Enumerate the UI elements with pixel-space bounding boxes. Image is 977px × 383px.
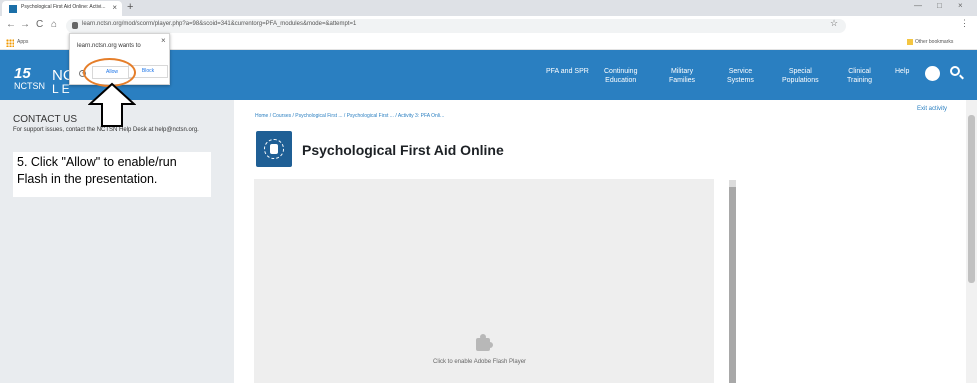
- popup-close-icon[interactable]: ×: [161, 36, 166, 45]
- browser-tab[interactable]: Psychological First Aid Online: Activi..…: [2, 1, 122, 16]
- maximize-button[interactable]: □: [937, 1, 942, 10]
- browser-tabstrip: Psychological First Aid Online: Activi..…: [0, 0, 977, 16]
- nav-continuing-education[interactable]: Continuing Education: [604, 67, 637, 85]
- home-icon[interactable]: ⌂: [51, 19, 57, 30]
- tab-close-icon[interactable]: ×: [112, 3, 117, 12]
- nav-special-populations[interactable]: Special Populations: [782, 67, 819, 85]
- minimize-button[interactable]: —: [914, 1, 922, 10]
- lock-icon[interactable]: [72, 22, 78, 29]
- instruction-callout: 5. Click "Allow" to enable/run Flash in …: [13, 152, 211, 197]
- plugin-puzzle-icon[interactable]: [473, 333, 493, 353]
- instruction-text: 5. Click "Allow" to enable/run Flash in …: [17, 155, 177, 186]
- popup-message: learn.nctsn.org wants to: [77, 43, 141, 49]
- exit-activity-link[interactable]: Exit activity: [917, 106, 947, 112]
- contact-heading: CONTACT US: [13, 114, 78, 125]
- browser-menu-icon[interactable]: ⋮: [960, 18, 969, 29]
- user-avatar[interactable]: [925, 66, 940, 81]
- tab-title: Psychological First Aid Online: Activi..…: [21, 4, 106, 10]
- page-scrollbar[interactable]: [966, 100, 977, 383]
- logo-anniversary: 15: [14, 65, 31, 82]
- forward-icon[interactable]: →: [20, 19, 30, 30]
- window-close-button[interactable]: ×: [958, 1, 963, 10]
- bookmark-star-icon[interactable]: ☆: [830, 18, 838, 29]
- favicon-icon: [9, 5, 17, 13]
- activity-icon: [256, 131, 292, 167]
- search-icon[interactable]: [950, 66, 960, 76]
- other-bookmarks[interactable]: Other bookmarks: [915, 39, 953, 45]
- left-sidebar: CONTACT US For support issues, contact t…: [0, 100, 234, 383]
- nav-military-families[interactable]: Military Families: [669, 67, 695, 85]
- folder-icon: [907, 39, 913, 45]
- enable-flash-text[interactable]: Click to enable Adobe Flash Player: [433, 359, 526, 365]
- player-scrollbar[interactable]: [729, 180, 736, 383]
- apps-bookmark[interactable]: Apps: [17, 39, 28, 45]
- up-arrow-icon: [88, 82, 136, 127]
- nav-pfa-spr[interactable]: PFA and SPR: [546, 67, 589, 76]
- nav-service-systems[interactable]: Service Systems: [727, 67, 754, 85]
- breadcrumb[interactable]: Home / Courses / Psychological First ...…: [255, 113, 444, 119]
- logo-abbrev: NCTSN: [14, 81, 45, 91]
- new-tab-button[interactable]: +: [127, 1, 133, 13]
- page-scroll-thumb[interactable]: [968, 115, 975, 283]
- reload-icon[interactable]: C: [36, 19, 43, 30]
- apps-grid-icon[interactable]: [6, 39, 14, 47]
- nav-help[interactable]: Help: [895, 67, 909, 76]
- address-bar[interactable]: learn.nctsn.org/mod/scorm/player.php?a=9…: [66, 19, 846, 33]
- url-text: learn.nctsn.org/mod/scorm/player.php?a=9…: [82, 21, 357, 27]
- back-icon[interactable]: ←: [6, 19, 16, 30]
- nav-clinical-training[interactable]: Clinical Training: [847, 67, 872, 85]
- player-scroll-thumb[interactable]: [729, 187, 736, 383]
- page-title: Psychological First Aid Online: [302, 142, 504, 158]
